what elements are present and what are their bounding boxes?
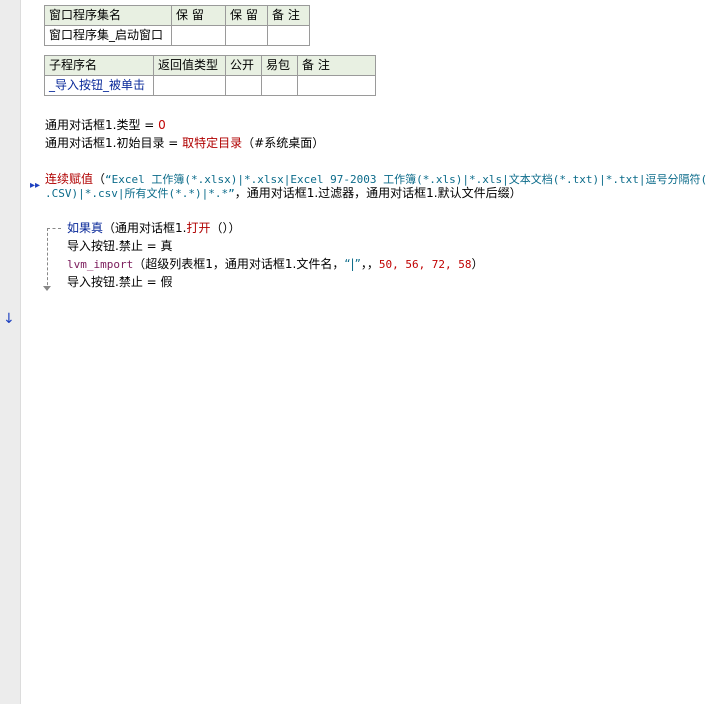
reserved-header-1: 保 留	[171, 5, 226, 26]
separator-string: “|”	[344, 257, 361, 271]
filter-string-part2: .CSV)|*.csv|所有文件(*.*)|*.*”	[45, 187, 235, 200]
reserved-cell-1[interactable]	[171, 25, 226, 46]
reserved-header-2: 保 留	[225, 5, 268, 26]
assign-operator: =	[142, 275, 161, 289]
column-widths: 50, 56, 72, 58	[378, 258, 472, 271]
continuous-assign-function: 连续赋值	[45, 172, 94, 186]
double-chevron-icon: ▸▸	[30, 180, 41, 191]
code-line-dialog-type[interactable]: 通用对话框1.类型 = 0	[45, 117, 166, 133]
remark-cell[interactable]	[297, 75, 376, 96]
easy-pack-cell[interactable]	[261, 75, 298, 96]
get-special-dir-function: 取特定目录	[182, 136, 243, 150]
button-disable-target: 导入按钮.禁止	[67, 275, 143, 289]
remark-header: 备 注	[297, 55, 376, 76]
subroutine-table: 子程序名 返回值类型 公开 易包 备 注 _导入按钮_被单击	[44, 55, 376, 96]
lvm-import-args: （超级列表框1，通用对话框1.文件名，	[133, 257, 345, 271]
if-condition-object: （通用对话框1.	[103, 221, 187, 235]
easy-pack-header: 易包	[261, 55, 298, 76]
subroutine-name-header: 子程序名	[44, 55, 154, 76]
code-line-disable-false[interactable]: 导入按钮.禁止 = 假	[67, 274, 173, 290]
get-special-dir-args: （#系统桌面）	[242, 136, 325, 150]
code-line-lvm-import[interactable]: lvm_import（超级列表框1，通用对话框1.文件名，“|”，，50, 56…	[67, 256, 484, 273]
flow-connector	[47, 228, 61, 229]
code-line-disable-true[interactable]: 导入按钮.禁止 = 真	[67, 238, 173, 254]
public-cell[interactable]	[225, 75, 262, 96]
remark-header: 备 注	[267, 5, 310, 26]
close-paren: ）	[471, 257, 484, 271]
if-condition-close: （））	[210, 221, 241, 235]
return-type-header: 返回值类型	[153, 55, 226, 76]
empty-args: ，，	[360, 257, 379, 271]
flow-line	[47, 228, 48, 290]
down-arrow-icon: ↓	[3, 311, 15, 327]
subroutine-name-cell[interactable]: _导入按钮_被单击	[44, 75, 154, 96]
return-type-cell[interactable]	[153, 75, 226, 96]
assign-operator: =	[140, 118, 159, 132]
public-header: 公开	[225, 55, 262, 76]
code-line-if-true[interactable]: 如果真（通用对话框1.打开（））	[67, 220, 241, 236]
flow-end-arrow-icon	[43, 286, 51, 291]
open-paren: （	[93, 172, 106, 186]
true-value: 真	[160, 239, 173, 253]
reserved-cell-2[interactable]	[225, 25, 268, 46]
line-gutter: ↓	[0, 0, 21, 704]
code-line-initial-dir[interactable]: 通用对话框1.初始目录 = 取特定目录（#系统桌面）	[45, 135, 324, 151]
open-method: 打开	[186, 221, 211, 235]
dialog-type-value: 0	[158, 118, 166, 132]
button-disable-target: 导入按钮.禁止	[67, 239, 143, 253]
assembly-table: 窗口程序集名 保 留 保 留 备 注 窗口程序集_启动窗口	[44, 5, 310, 46]
assign-operator: =	[164, 136, 183, 150]
code-line-filter-assign-cont[interactable]: .CSV)|*.csv|所有文件(*.*)|*.*”，通用对话框1.过滤器，通用…	[45, 185, 522, 202]
remark-cell[interactable]	[267, 25, 310, 46]
initial-dir-target: 通用对话框1.初始目录	[45, 136, 165, 150]
dialog-type-target: 通用对话框1.类型	[45, 118, 141, 132]
assembly-name-header: 窗口程序集名	[44, 5, 172, 26]
lvm-import-function: lvm_import	[67, 258, 134, 271]
if-true-keyword: 如果真	[67, 221, 104, 235]
assembly-name-cell[interactable]: 窗口程序集_启动窗口	[44, 25, 172, 46]
false-value: 假	[160, 275, 173, 289]
filter-assign-targets: ，通用对话框1.过滤器，通用对话框1.默认文件后缀）	[234, 186, 522, 200]
assign-operator: =	[142, 239, 161, 253]
